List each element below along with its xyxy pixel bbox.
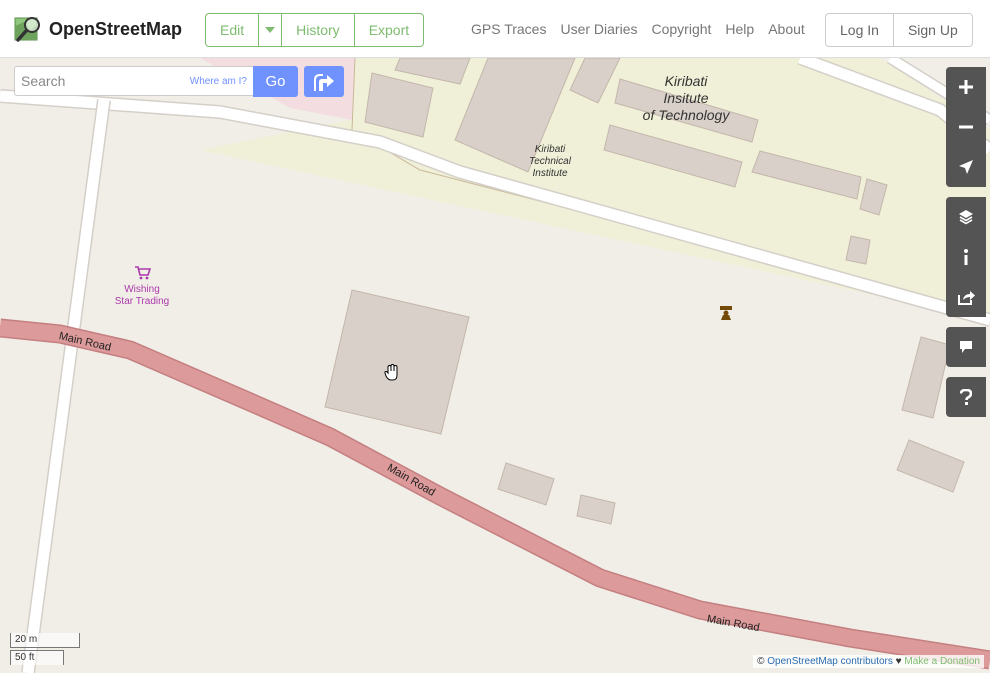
building xyxy=(896,439,965,493)
osm-contributors-link[interactable]: OpenStreetMap contributors xyxy=(767,656,893,667)
zoom-controls xyxy=(946,67,986,187)
police-icon xyxy=(720,306,732,320)
donate-link[interactable]: Make a Donation xyxy=(904,656,980,667)
edit-dropdown-button[interactable] xyxy=(259,14,283,46)
nav-gps-traces[interactable]: GPS Traces xyxy=(471,21,546,37)
info-icon xyxy=(964,249,968,265)
secondary-nav: GPS Traces User Diaries Copyright Help A… xyxy=(471,21,805,37)
location-arrow-icon xyxy=(959,160,973,174)
label-line: Technical xyxy=(529,156,571,167)
logo[interactable]: OpenStreetMap xyxy=(14,14,182,44)
label-line: Star Trading xyxy=(114,296,170,307)
main-road xyxy=(0,320,990,668)
label-line: Institute xyxy=(532,168,568,179)
query-features-button[interactable] xyxy=(946,377,986,417)
add-note-button[interactable] xyxy=(946,327,986,367)
search-box: Where am I? xyxy=(14,66,254,96)
map-canvas[interactable]: Kiribati Insitute of Technology Kiribati… xyxy=(0,58,990,673)
nav-about[interactable]: About xyxy=(768,21,805,37)
map-drawing xyxy=(0,58,990,673)
building xyxy=(324,289,470,435)
scale-metric: 20 m xyxy=(10,633,80,648)
minus-icon xyxy=(959,125,973,129)
zoom-out-button[interactable] xyxy=(946,107,986,147)
locate-button[interactable] xyxy=(946,147,986,187)
main-road-casing xyxy=(0,318,990,670)
scale-imperial: 50 ft xyxy=(10,650,64,665)
share-icon xyxy=(958,291,975,305)
signup-button[interactable]: Sign Up xyxy=(894,14,972,46)
label-line: Insitute xyxy=(663,90,709,106)
heart-icon: ♥ xyxy=(895,656,902,667)
nav-help[interactable]: Help xyxy=(725,21,754,37)
label-line: Kiribati xyxy=(664,73,708,89)
layers-button[interactable] xyxy=(946,197,986,237)
edit-button-group: Edit History Export xyxy=(205,13,425,47)
export-button[interactable]: Export xyxy=(355,14,423,46)
logo-text: OpenStreetMap xyxy=(49,18,183,39)
nav-user-diaries[interactable]: User Diaries xyxy=(560,21,637,37)
auth-buttons: Log In Sign Up xyxy=(825,13,973,47)
shop-label[interactable]: Wishing Star Trading xyxy=(106,284,178,308)
copyright-symbol: © xyxy=(757,656,765,667)
institute-label-small: Kiribati Technical Institute xyxy=(522,144,578,180)
hand-cursor-icon xyxy=(384,364,398,381)
osm-logo-icon xyxy=(14,17,40,42)
header: OpenStreetMap Edit History Export GPS Tr… xyxy=(0,0,990,58)
nav-copyright[interactable]: Copyright xyxy=(651,21,711,37)
zoom-in-button[interactable] xyxy=(946,67,986,107)
query-control xyxy=(946,377,986,417)
comment-icon xyxy=(960,341,972,353)
search-input[interactable] xyxy=(15,67,197,95)
layers-icon xyxy=(959,210,973,225)
building xyxy=(497,462,555,506)
attribution: © OpenStreetMap contributors ♥ Make a Do… xyxy=(753,655,984,668)
building xyxy=(576,494,616,525)
label-line: Kiribati xyxy=(534,144,566,155)
label-line: of Technology xyxy=(642,107,730,123)
directions-button[interactable] xyxy=(304,66,344,97)
building xyxy=(901,336,951,419)
note-control xyxy=(946,327,986,367)
share-button[interactable] xyxy=(946,277,986,317)
plus-icon xyxy=(959,80,973,94)
info-button[interactable] xyxy=(946,237,986,277)
edit-button[interactable]: Edit xyxy=(206,14,260,46)
login-button[interactable]: Log In xyxy=(826,14,894,46)
where-am-i-link[interactable]: Where am I? xyxy=(190,76,247,87)
caret-down-icon xyxy=(265,27,276,33)
vertical-road-fill xyxy=(22,99,110,673)
shopping-cart-icon xyxy=(135,266,152,280)
question-icon xyxy=(960,389,972,405)
label-line: Wishing xyxy=(124,284,160,295)
map-tools xyxy=(946,197,986,317)
directions-icon xyxy=(314,73,334,91)
institute-label-large: Kiribati Insitute of Technology xyxy=(638,73,734,124)
history-button[interactable]: History xyxy=(282,14,355,46)
search-go-button[interactable]: Go xyxy=(253,66,298,97)
